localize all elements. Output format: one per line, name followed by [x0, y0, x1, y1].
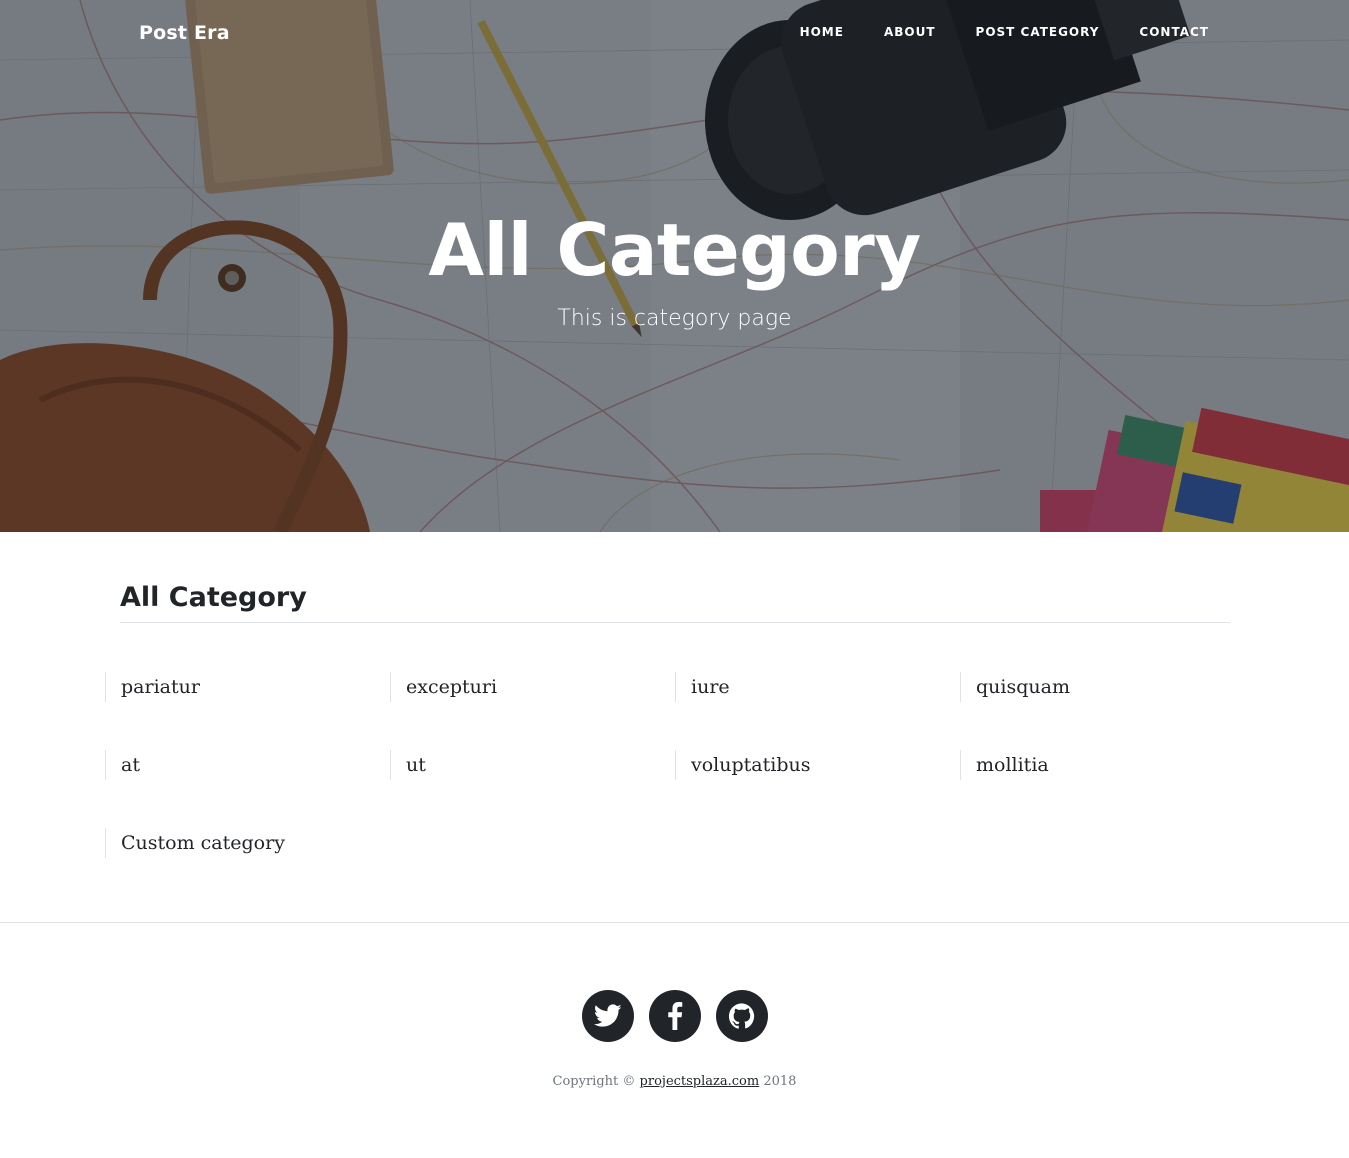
facebook-icon [668, 1002, 683, 1030]
footer-divider [0, 922, 1349, 923]
section-divider [120, 622, 1230, 623]
copyright-prefix: Copyright © [552, 1074, 636, 1089]
hero-subtitle: This is category page [557, 306, 792, 331]
category-link-custom-category[interactable]: Custom category [105, 828, 390, 858]
facebook-link[interactable] [649, 990, 701, 1042]
section-title: All Category [120, 582, 307, 613]
category-link-excepturi[interactable]: excepturi [390, 672, 675, 702]
nav-post-category[interactable]: Post Category [976, 24, 1100, 40]
category-link-pariatur[interactable]: pariatur [105, 672, 390, 702]
category-link-ut[interactable]: ut [390, 750, 675, 780]
copyright-year: 2018 [763, 1074, 797, 1089]
category-grid: pariatur excepturi iure quisquam at ut v… [105, 672, 1245, 906]
brand-logo-link[interactable]: Post Era [139, 20, 230, 46]
nav-contact[interactable]: Contact [1139, 24, 1209, 40]
category-link-at[interactable]: at [105, 750, 390, 780]
category-link-quisquam[interactable]: quisquam [960, 672, 1245, 702]
hero-header: Post Era Home About Post Category Contac… [0, 0, 1349, 532]
category-link-voluptatibus[interactable]: voluptatibus [675, 750, 960, 780]
nav-about[interactable]: About [884, 24, 936, 40]
main-nav: Home About Post Category Contact [800, 24, 1209, 40]
twitter-icon [594, 1004, 622, 1027]
github-link[interactable] [716, 990, 768, 1042]
category-link-iure[interactable]: iure [675, 672, 960, 702]
social-links [582, 990, 768, 1042]
copyright-site-link[interactable]: projectsplaza.com [640, 1074, 760, 1089]
github-icon [729, 1003, 755, 1029]
copyright: Copyright © projectsplaza.com 2018 [0, 1073, 1349, 1091]
category-link-mollitia[interactable]: mollitia [960, 750, 1245, 780]
twitter-link[interactable] [582, 990, 634, 1042]
hero-title: All Category [428, 208, 921, 292]
nav-home[interactable]: Home [800, 24, 844, 40]
